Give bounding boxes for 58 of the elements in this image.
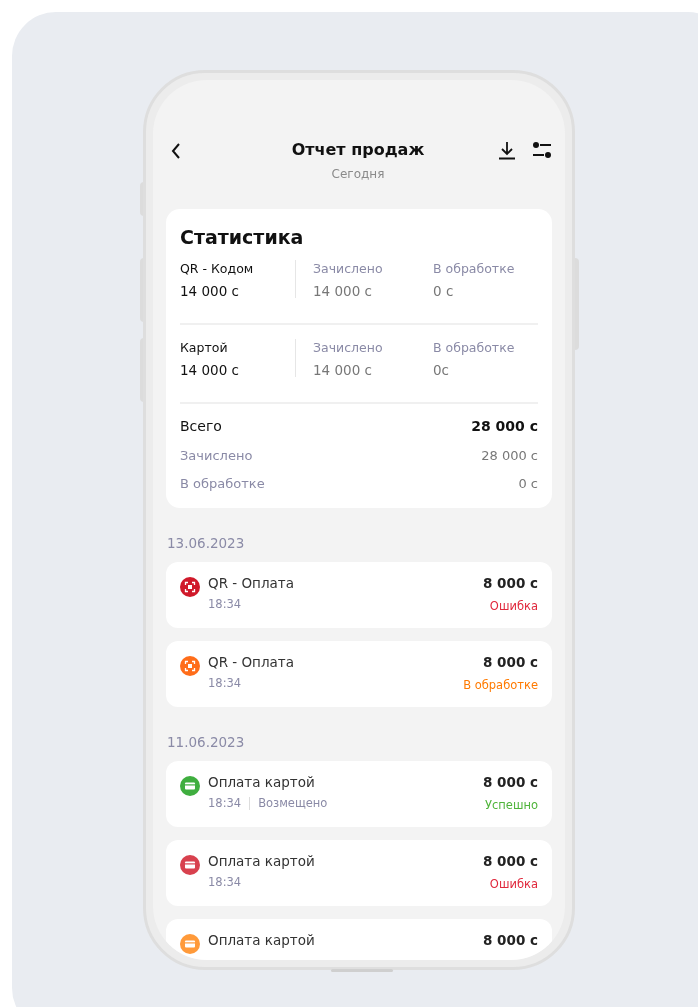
qr-scan-icon [180,655,200,676]
transaction-time: 18:34 [208,596,242,613]
page-subtitle: Сегодня [331,166,385,183]
total-label: Зачислено [180,446,253,465]
stat-label: Зачислено [313,259,384,278]
transaction-amount: 8 000 с [483,773,538,792]
transaction-status: В обработке [463,677,538,694]
transaction-status: Ошибка [489,876,538,894]
download-button[interactable] [498,140,516,160]
transaction-amount: 8 000 с [483,931,538,950]
transaction-title: Оплата картой [208,852,315,871]
transaction-time: 18:34 [208,795,242,813]
stat-label: В обработке [433,259,516,278]
total-value: 28 000 с [471,416,538,436]
download-icon [498,140,516,160]
date-heading: 11.06.2023 [167,732,246,752]
stat-label: Зачислено [313,338,384,357]
stat-value: 14 000 с [180,361,240,381]
transaction-card[interactable]: QR - Оплата 18:34 8 000 с В обработке [166,640,552,707]
transaction-status: Успешно [485,797,538,815]
transaction-note: Возмещено [258,795,328,813]
transaction-title: QR - Оплата [208,652,294,672]
page-title: Отчет продаж [291,139,425,161]
back-button[interactable] [170,142,182,160]
chevron-left-icon [170,142,182,160]
transaction-title: Оплата картой [208,931,315,950]
date-heading: 13.06.2023 [167,533,246,553]
transaction-amount: 8 000 с [483,573,538,593]
stat-value: 14 000 с [313,282,373,302]
filter-sliders-icon [532,140,552,160]
total-label: Всего [180,416,222,436]
transaction-amount: 8 000 с [483,852,538,871]
filter-button[interactable] [532,140,552,160]
stat-value: 0с [433,361,450,381]
transaction-card[interactable]: QR - Оплата 18:34 8 000 с Ошибка [166,561,552,628]
credit-card-icon [180,934,200,954]
transaction-status: Ошибка [489,598,538,615]
transaction-card[interactable]: Оплата картой 8 000 с [166,919,552,960]
total-value: 28 000 с [481,446,538,465]
credit-card-icon [180,855,200,875]
total-label: В обработке [180,475,265,493]
transaction-title: QR - Оплата [208,573,294,593]
stat-value: 14 000 с [180,282,240,302]
stat-label: В обработке [433,338,516,357]
transaction-title: Оплата картой [208,773,316,792]
total-value: 0 с [518,475,538,493]
stat-value: 14 000 с [313,361,373,381]
transaction-time: 18:34 [208,675,242,692]
transaction-card[interactable]: Оплата картой 18:34 8 000 с Ошибка [166,840,552,906]
transaction-card[interactable]: Оплата картой 18:34 Возмещено 8 000 с Успешно [166,761,552,827]
statistics-title: Статистика [180,225,305,250]
stat-value: 0 с [433,282,455,302]
transaction-amount: 8 000 с [483,652,538,672]
credit-card-icon [180,776,200,796]
stat-label: QR - Кодом [180,259,255,278]
stat-label: Картой [180,338,229,357]
qr-scan-icon [180,576,200,597]
transaction-time: 18:34 [208,874,242,892]
